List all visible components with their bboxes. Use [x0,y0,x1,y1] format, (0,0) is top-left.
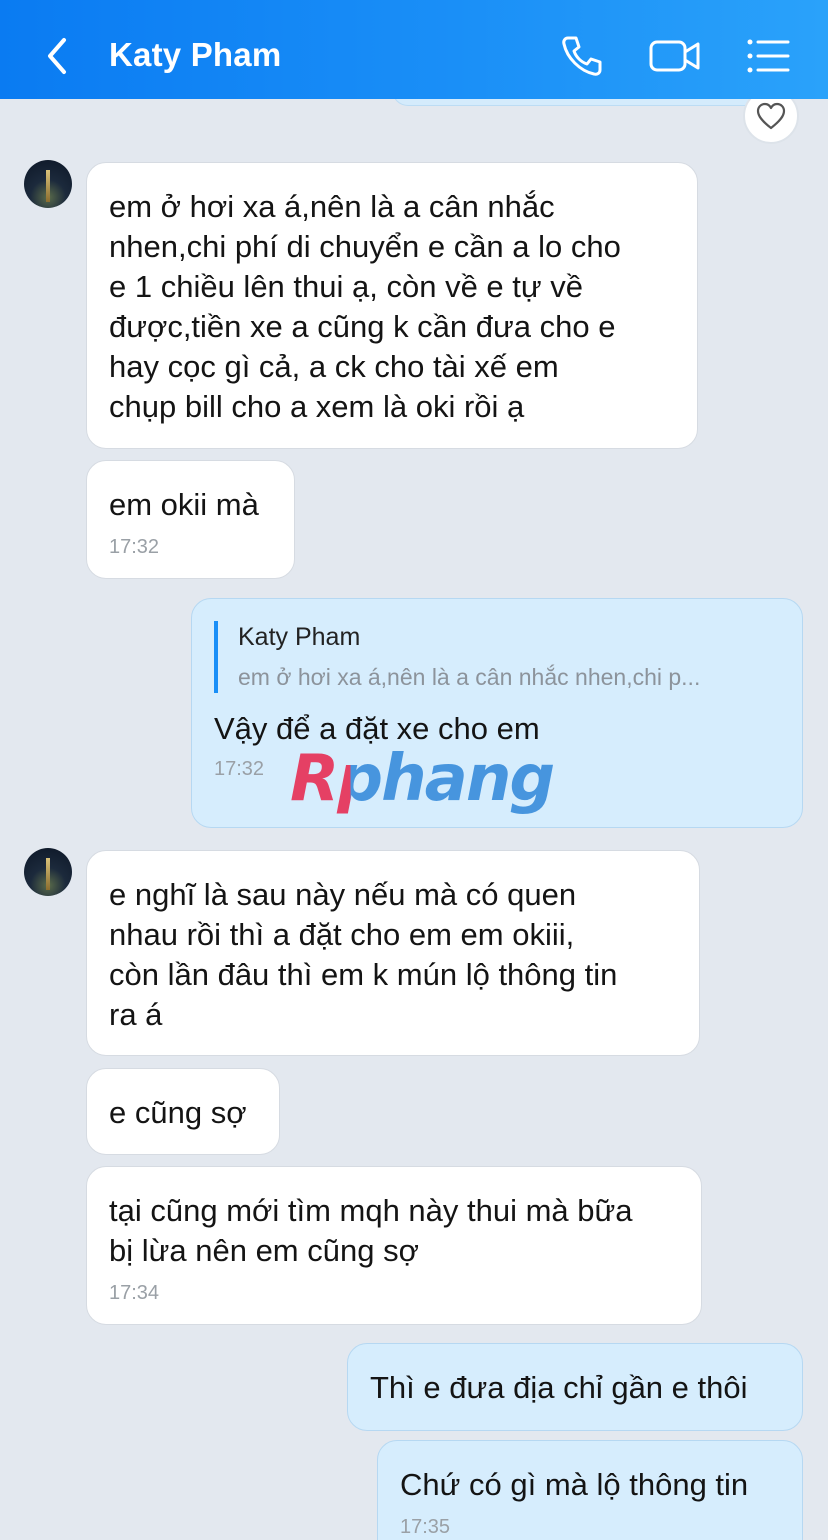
video-call-icon[interactable] [648,32,702,80]
message-text: e cũng sợ [109,1095,247,1130]
back-icon[interactable] [38,34,78,78]
message-text: em ở hơi xa á,nên là a cân nhắc nhen,chi… [109,189,621,424]
message-bubble[interactable]: e cũng sợ [86,1068,280,1155]
message-text: e nghĩ là sau này nếu mà có quen nhau rồ… [109,877,618,1032]
message-bubble[interactable]: Chứ có gì mà lộ thông tin 17:35 [377,1440,803,1540]
chat-header: Katy Pham [0,0,828,99]
message-text: Thì e đưa địa chỉ gần e thôi [370,1370,748,1405]
message-text: em okii mà [109,487,259,522]
phone-icon[interactable] [558,32,606,80]
message-time: 17:32 [109,536,160,558]
quoted-message[interactable]: Katy Pham em ở hơi xa á,nên là a cân nhắ… [214,621,780,693]
message-text: Chứ có gì mà lộ thông tin [400,1467,749,1502]
message-bubble[interactable]: tại cũng mới tìm mqh này thui mà bữa bị … [86,1166,702,1325]
watermark-logo: Rphang [290,742,555,816]
contact-avatar[interactable] [24,160,72,208]
contact-avatar[interactable] [24,848,72,896]
message-text: tại cũng mới tìm mqh này thui mà bữa bị … [109,1193,633,1268]
message-bubble[interactable]: em ở hơi xa á,nên là a cân nhắc nhen,chi… [86,162,698,449]
quoted-sender: Katy Pham [238,623,361,651]
quoted-text: em ở hơi xa á,nên là a cân nhắc nhen,chi… [238,664,701,690]
message-bubble[interactable]: Thì e đưa địa chỉ gần e thôi [347,1343,803,1431]
contact-name[interactable]: Katy Pham [109,36,281,74]
message-bubble[interactable]: e nghĩ là sau này nếu mà có quen nhau rồ… [86,850,700,1056]
message-bubble[interactable]: em okii mà 17:32 [86,460,295,579]
message-time: 17:35 [400,1516,451,1538]
menu-icon[interactable] [744,32,792,80]
message-time: 17:34 [109,1282,160,1304]
